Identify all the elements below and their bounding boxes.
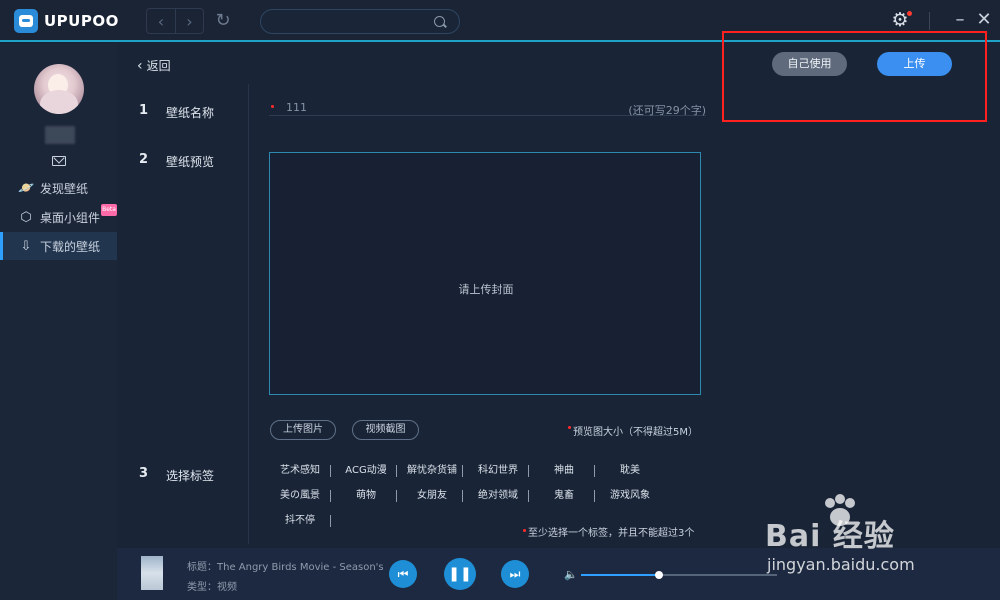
track-type: 类型：视频	[187, 582, 237, 593]
volume-fill	[581, 574, 659, 576]
tag-separator	[396, 465, 397, 477]
step-label: 选择标签	[166, 469, 215, 483]
tag-item[interactable]: 解忧杂货铺	[401, 462, 463, 480]
watermark-brand: Bai 经验	[765, 519, 895, 554]
notification-dot	[907, 11, 912, 16]
logo-text: UPUPOO	[44, 12, 119, 30]
chevron-left-icon: ‹	[137, 57, 143, 74]
tag-item[interactable]: 艺术感知	[269, 462, 331, 480]
avatar[interactable]	[34, 64, 84, 114]
required-dot	[271, 105, 274, 108]
app-logo: UPUPOO	[14, 9, 119, 33]
previous-track-icon[interactable]: ⏮	[389, 560, 417, 588]
pause-icon[interactable]: ❚❚	[444, 558, 476, 590]
tag-item[interactable]: 神曲	[533, 462, 595, 480]
preview-size-note: 预览图大小（不得超过5M）	[573, 427, 698, 438]
tag-selection-note: 至少选择一个标签，并且不能超过3个	[528, 528, 695, 539]
tag-item[interactable]: 萌物	[335, 487, 397, 505]
logo-icon	[14, 9, 38, 33]
mail-icon[interactable]	[52, 156, 66, 166]
tag-separator	[330, 490, 331, 502]
annotation-highlight	[722, 31, 987, 122]
sidebar: 🪐 发现壁纸 ⬡ 桌面小组件 Beta ⇩ 下载的壁纸	[0, 44, 117, 600]
tag-separator	[330, 515, 331, 527]
required-dot	[568, 426, 571, 429]
watermark-url: jingyan.baidu.com	[767, 555, 915, 574]
wallpaper-name-field[interactable]: 111 (还可写29个字)	[269, 96, 706, 117]
back-label: 返回	[146, 59, 171, 73]
search-box	[260, 9, 460, 34]
sidebar-item-downloads[interactable]: ⇩ 下载的壁纸	[0, 232, 117, 260]
tag-item[interactable]: 抖不停	[269, 512, 331, 530]
tag-separator	[594, 465, 595, 477]
tag-separator	[462, 490, 463, 502]
forward-arrow-icon[interactable]: ›	[174, 9, 203, 33]
track-cover-thumbnail[interactable]	[141, 556, 163, 590]
sidebar-item-label: 桌面小组件	[40, 210, 101, 225]
username-redacted	[45, 126, 75, 144]
upload-image-button[interactable]: 上传图片	[270, 420, 336, 440]
search-input[interactable]	[273, 13, 433, 31]
upload-panel: ‹ 返回 自己使用 上传 1 壁纸名称 2 壁纸预览 3 选择标签 111 (还…	[117, 31, 1000, 548]
tag-item[interactable]: 鬼畜	[533, 487, 595, 505]
next-track-icon[interactable]: ⏭	[501, 560, 529, 588]
widget-icon: ⬡	[20, 209, 32, 225]
video-capture-button[interactable]: 视频截图	[352, 420, 419, 440]
tag-item[interactable]: 美の風景	[269, 487, 331, 505]
cover-preview-area[interactable]: 请上传封面	[269, 152, 701, 395]
sidebar-item-widgets[interactable]: ⬡ 桌面小组件 Beta	[0, 203, 117, 231]
tag-item[interactable]: ACG动漫	[335, 462, 397, 480]
step-label: 壁纸预览	[166, 155, 215, 169]
minimize-button[interactable]: –	[950, 9, 970, 31]
tag-separator	[594, 490, 595, 502]
close-button[interactable]: ✕	[974, 9, 994, 31]
char-count-hint: (还可写29个字)	[628, 104, 706, 117]
step-number: 2	[139, 152, 149, 167]
baidu-watermark: Bai 经验 jingyan.baidu.com	[765, 494, 985, 585]
tag-separator	[528, 490, 529, 502]
tag-item[interactable]: 科幻世界	[467, 462, 529, 480]
titlebar-divider	[929, 12, 930, 30]
back-button[interactable]: ‹ 返回	[137, 57, 171, 74]
planet-icon: 🪐	[18, 180, 35, 196]
sidebar-item-label: 下载的壁纸	[40, 239, 101, 254]
section-divider	[248, 84, 249, 544]
tag-item[interactable]: 女朋友	[401, 487, 463, 505]
beta-badge: Beta	[101, 204, 117, 216]
tag-item[interactable]: 耽美	[599, 462, 661, 480]
volume-knob[interactable]	[655, 571, 663, 579]
volume-icon[interactable]: 🔈	[564, 568, 578, 581]
tag-separator	[528, 465, 529, 477]
self-use-button[interactable]: 自己使用	[772, 52, 847, 76]
app-window: UPUPOO ‹ › ↻ ⚙ – ✕ 🪐 发现壁纸 ⬡ 桌面小组件 Beta ⇩…	[0, 0, 1000, 600]
preview-placeholder: 请上传封面	[458, 283, 514, 296]
step-label: 壁纸名称	[166, 106, 215, 120]
tag-item[interactable]: 游戏风象	[599, 487, 661, 505]
step-number: 3	[139, 466, 149, 481]
step-number: 1	[139, 103, 149, 118]
back-arrow-icon[interactable]: ‹	[147, 9, 175, 33]
tag-separator	[462, 465, 463, 477]
refresh-icon[interactable]: ↻	[212, 10, 234, 32]
volume-slider[interactable]	[581, 571, 777, 579]
required-dot	[523, 529, 526, 532]
track-title: 标题：The Angry Birds Movie - Season's	[187, 562, 384, 573]
history-nav: ‹ ›	[146, 8, 204, 34]
tag-item[interactable]: 绝对领域	[467, 487, 529, 505]
tag-separator	[330, 465, 331, 477]
name-input-value[interactable]: 111	[286, 101, 307, 114]
sidebar-item-label: 发现壁纸	[40, 181, 89, 196]
sidebar-item-discover[interactable]: 🪐 发现壁纸	[0, 174, 117, 202]
download-icon: ⇩	[20, 238, 32, 254]
tag-separator	[396, 490, 397, 502]
search-icon[interactable]	[434, 16, 445, 27]
upload-button[interactable]: 上传	[877, 52, 952, 76]
